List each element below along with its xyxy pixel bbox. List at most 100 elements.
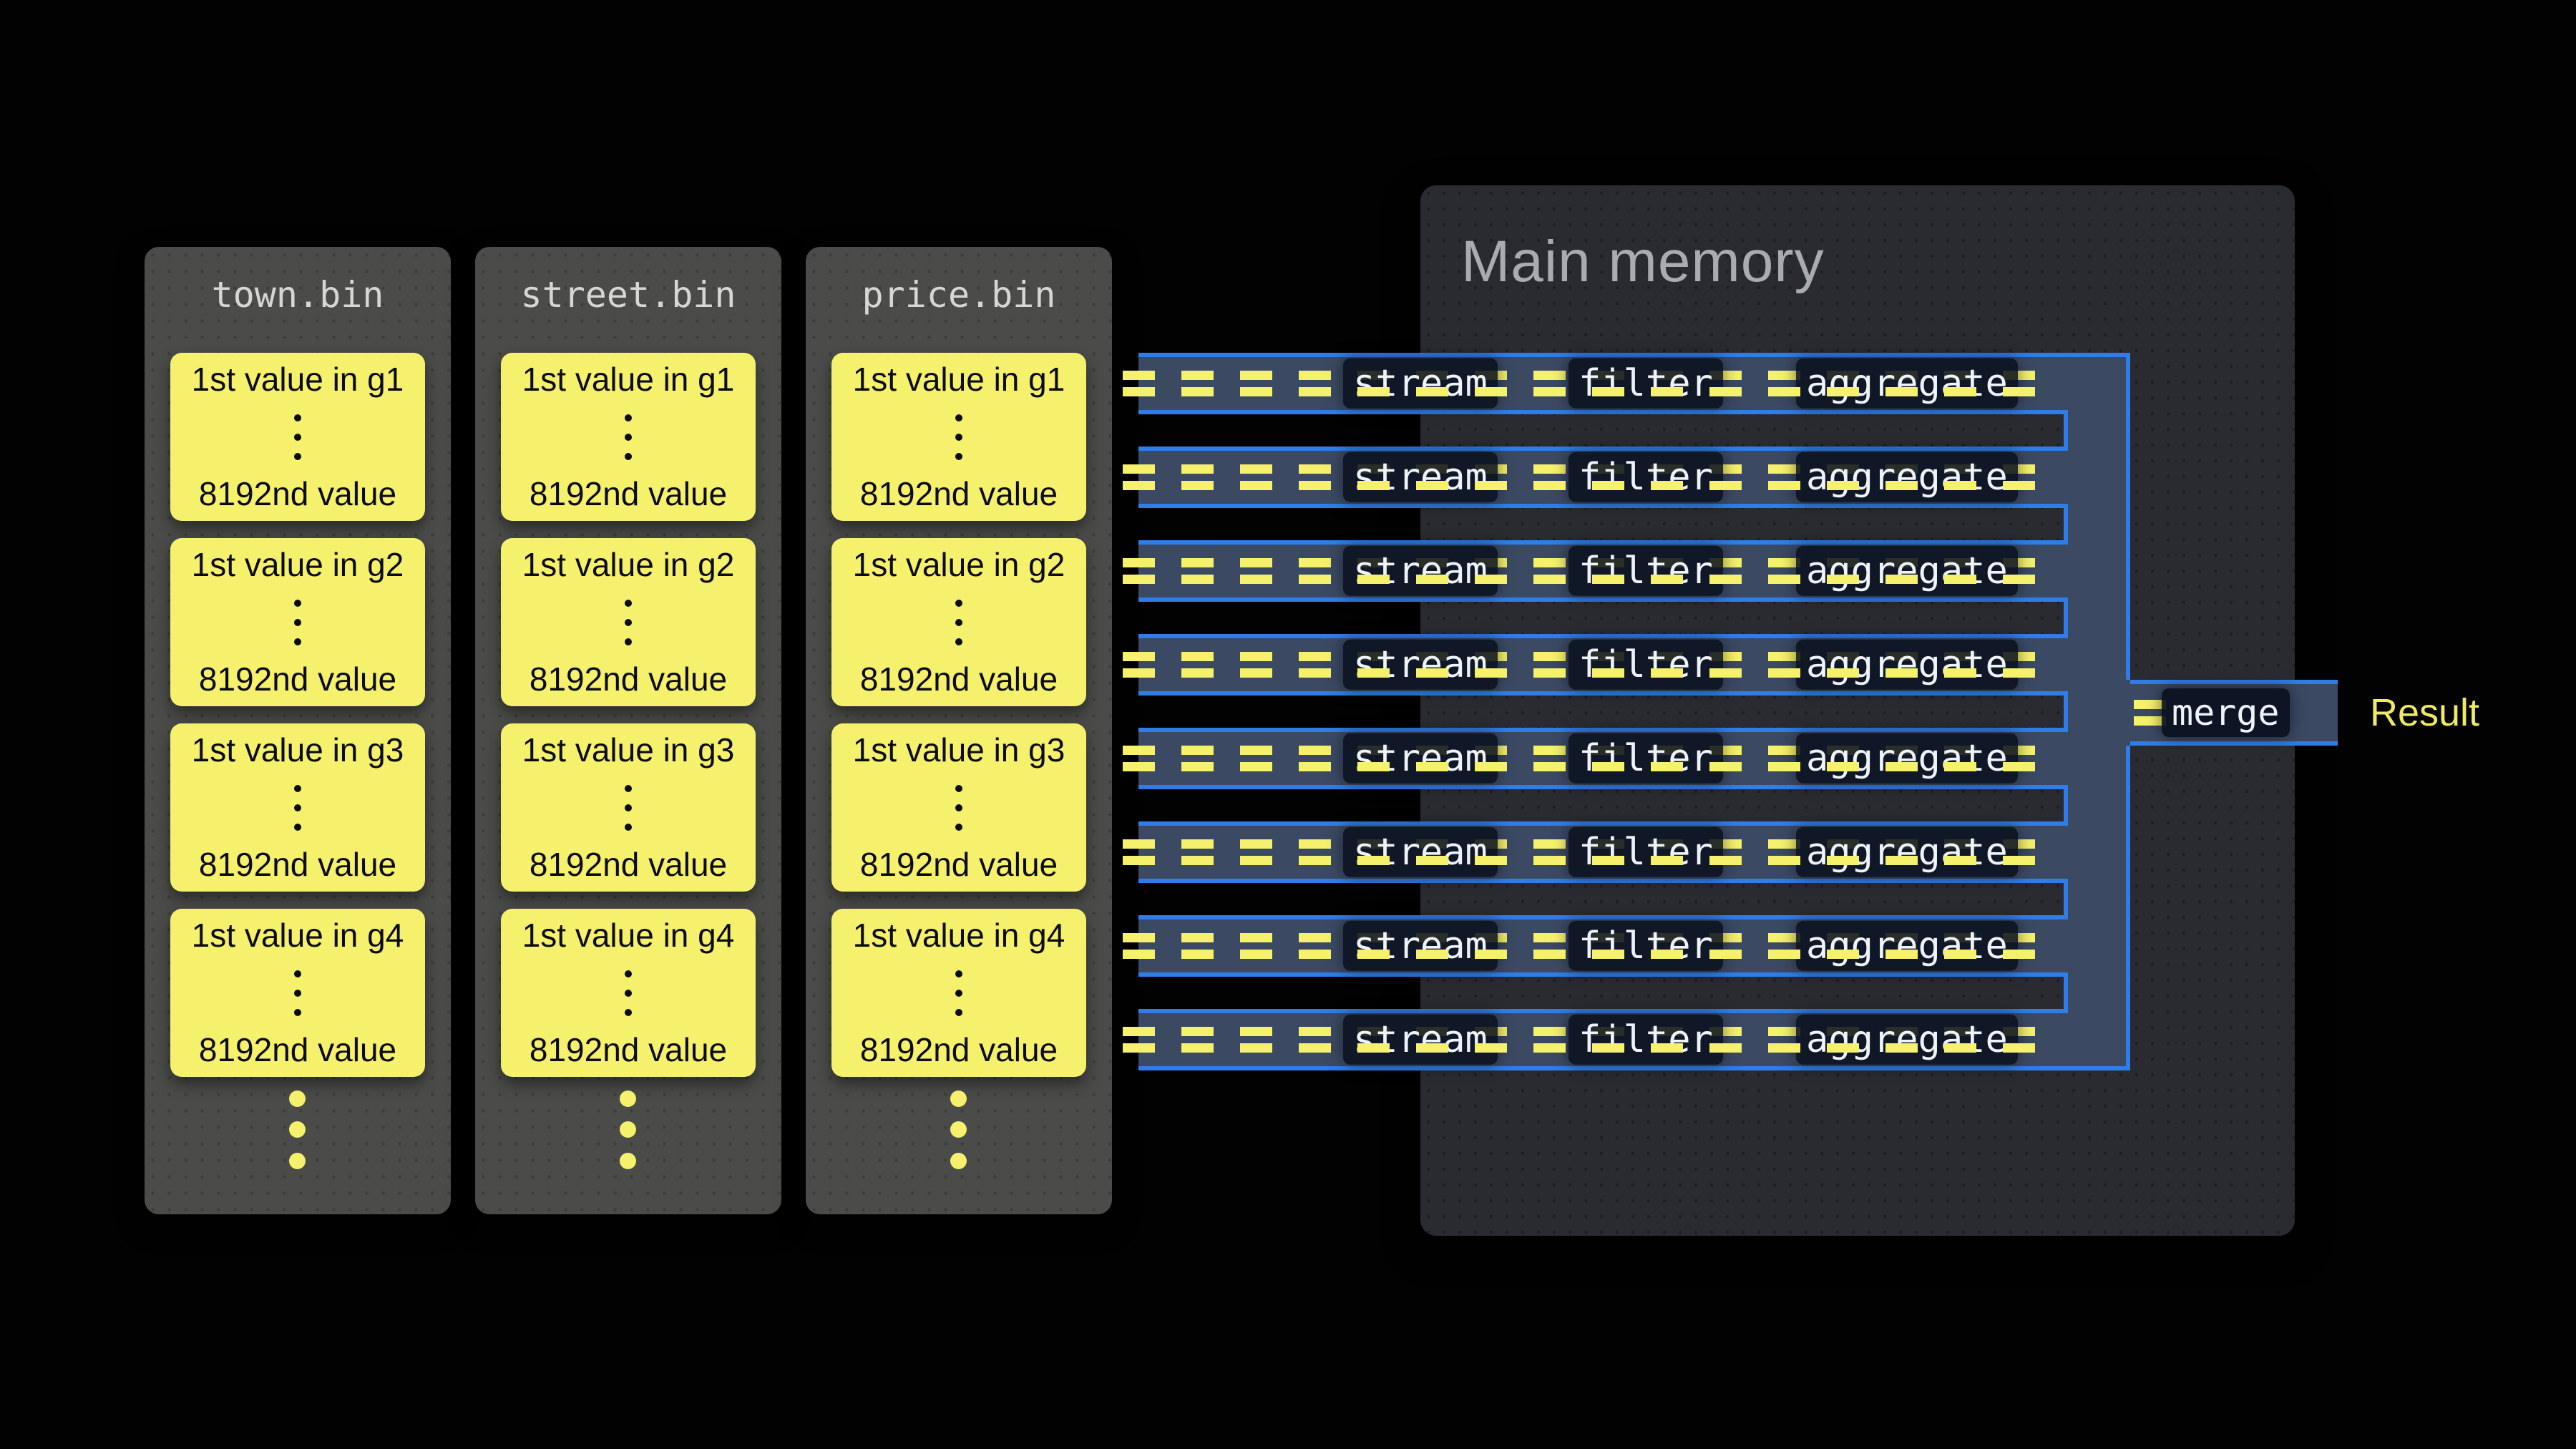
stream-operator: stream xyxy=(1343,640,1498,690)
filter-operator: filter xyxy=(1568,921,1723,971)
more-groups-dot xyxy=(289,1091,306,1107)
more-groups-dot xyxy=(289,1153,306,1169)
more-groups-dot xyxy=(289,1121,306,1138)
lane-gap-edge xyxy=(2064,786,2068,824)
pipeline-lane: stream filter aggregate xyxy=(1138,540,2068,602)
group-last-value: 8192nd value xyxy=(199,1032,396,1068)
ellipsis-dots xyxy=(294,600,301,645)
group-first-value: 1st value in g3 xyxy=(192,732,404,769)
pipeline-lane: stream filter aggregate xyxy=(1138,915,2068,977)
group-last-value: 8192nd value xyxy=(860,661,1058,698)
group-first-value: 1st value in g1 xyxy=(192,361,404,398)
more-groups-dot xyxy=(950,1153,967,1169)
stream-operator: stream xyxy=(1343,546,1498,596)
row-group-block: 1st value in g1 8192nd value xyxy=(831,353,1086,521)
pipeline-lane: stream filter aggregate xyxy=(1138,1009,2068,1070)
more-groups-dot xyxy=(620,1121,636,1138)
group-last-value: 8192nd value xyxy=(860,847,1058,883)
row-group-block: 1st value in g1 8192nd value xyxy=(501,353,756,521)
group-first-value: 1st value in g4 xyxy=(522,917,735,954)
group-first-value: 1st value in g2 xyxy=(853,547,1065,583)
group-last-value: 8192nd value xyxy=(199,847,396,883)
more-groups-dot xyxy=(620,1153,636,1169)
filter-operator: filter xyxy=(1568,546,1723,596)
group-first-value: 1st value in g4 xyxy=(192,917,404,954)
group-first-value: 1st value in g3 xyxy=(853,732,1065,769)
file-name: street.bin xyxy=(475,274,781,316)
pipeline-lane: stream filter aggregate xyxy=(1138,353,2068,414)
filter-operator: filter xyxy=(1568,733,1723,784)
group-first-value: 1st value in g1 xyxy=(522,361,735,398)
lane-gap-edge xyxy=(2064,411,2068,449)
stream-operator: stream xyxy=(1343,827,1498,877)
ellipsis-dots xyxy=(955,970,962,1016)
group-first-value: 1st value in g4 xyxy=(853,917,1065,954)
ellipsis-dots xyxy=(955,785,962,831)
group-last-value: 8192nd value xyxy=(199,661,396,698)
stream-operator: stream xyxy=(1343,452,1498,502)
aggregate-operator: aggregate xyxy=(1796,358,2018,409)
lane-gap-edge xyxy=(2064,880,2068,918)
group-last-value: 8192nd value xyxy=(530,476,727,512)
stream-operator: stream xyxy=(1343,921,1498,971)
row-group-block: 1st value in g2 8192nd value xyxy=(831,538,1086,706)
more-groups-dot xyxy=(950,1091,967,1107)
stream-operator: stream xyxy=(1343,1015,1498,1065)
ellipsis-dots xyxy=(294,414,301,460)
more-groups-dot xyxy=(950,1121,967,1138)
row-group-block: 1st value in g4 8192nd value xyxy=(831,909,1086,1077)
merge-bar: merge xyxy=(2130,680,2338,746)
pipeline-lane: stream filter aggregate xyxy=(1138,634,2068,696)
filter-operator: filter xyxy=(1568,452,1723,502)
more-groups-dot xyxy=(620,1091,636,1107)
filter-operator: filter xyxy=(1568,358,1723,409)
group-first-value: 1st value in g2 xyxy=(192,547,404,583)
group-last-value: 8192nd value xyxy=(530,847,727,883)
group-last-value: 8192nd value xyxy=(199,476,396,512)
file-column-town: town.bin 1st value in g1 8192nd value 1s… xyxy=(145,247,451,1214)
group-first-value: 1st value in g1 xyxy=(853,361,1065,398)
lane-gap-edge xyxy=(2064,505,2068,543)
stream-operator: stream xyxy=(1343,358,1498,409)
row-group-block: 1st value in g4 8192nd value xyxy=(170,909,425,1077)
aggregate-operator: aggregate xyxy=(1796,921,2018,971)
pipeline-lane: stream filter aggregate xyxy=(1138,447,2068,508)
filter-operator: filter xyxy=(1568,1015,1723,1065)
ellipsis-dots xyxy=(625,600,632,645)
result-label: Result xyxy=(2370,689,2479,736)
file-column-price: price.bin 1st value in g1 8192nd value 1… xyxy=(806,247,1112,1214)
filter-operator: filter xyxy=(1568,827,1723,877)
ellipsis-dots xyxy=(294,970,301,1016)
group-last-value: 8192nd value xyxy=(530,1032,727,1068)
ellipsis-dots xyxy=(955,414,962,460)
aggregate-operator: aggregate xyxy=(1796,733,2018,784)
pipeline-lane: stream filter aggregate xyxy=(1138,821,2068,883)
filter-operator: filter xyxy=(1568,640,1723,690)
aggregate-operator: aggregate xyxy=(1796,827,2018,877)
lane-gap-edge xyxy=(2064,974,2068,1012)
ellipsis-dots xyxy=(625,414,632,460)
ellipsis-dots xyxy=(294,785,301,831)
group-last-value: 8192nd value xyxy=(860,476,1058,512)
collector-right-border xyxy=(2126,746,2130,1070)
aggregate-operator: aggregate xyxy=(1796,1015,2018,1065)
row-group-block: 1st value in g4 8192nd value xyxy=(501,909,756,1077)
row-group-block: 1st value in g3 8192nd value xyxy=(501,723,756,892)
aggregate-operator: aggregate xyxy=(1796,640,2018,690)
lane-gap-edge xyxy=(2064,599,2068,637)
file-column-street: street.bin 1st value in g1 8192nd value … xyxy=(475,247,781,1214)
main-memory-title: Main memory xyxy=(1461,228,1825,296)
lane-gap-edge xyxy=(2064,693,2068,731)
group-first-value: 1st value in g3 xyxy=(522,732,735,769)
ellipsis-dots xyxy=(625,970,632,1016)
row-group-block: 1st value in g3 8192nd value xyxy=(831,723,1086,892)
merge-operator: merge xyxy=(2162,688,2290,737)
file-name: price.bin xyxy=(806,274,1112,316)
diagram-canvas: Main memory town.bin 1st value in g1 819… xyxy=(0,0,2576,1449)
row-group-block: 1st value in g2 8192nd value xyxy=(170,538,425,706)
ellipsis-dots xyxy=(955,600,962,645)
collector-right-border xyxy=(2126,353,2130,680)
row-group-block: 1st value in g3 8192nd value xyxy=(170,723,425,892)
group-first-value: 1st value in g2 xyxy=(522,547,735,583)
group-last-value: 8192nd value xyxy=(530,661,727,698)
